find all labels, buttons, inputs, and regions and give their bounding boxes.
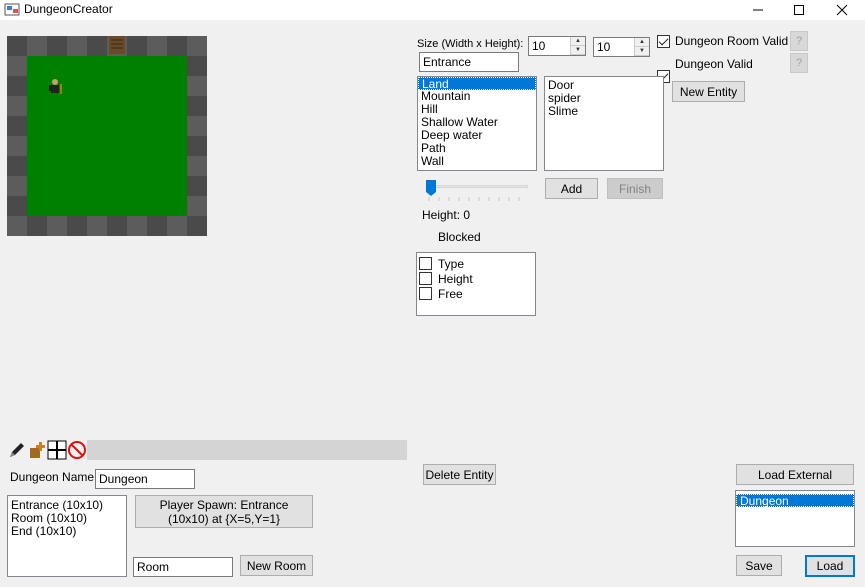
height-value: 10: [597, 40, 611, 54]
wall-tile: [7, 216, 27, 236]
rooms-list[interactable]: Entrance (10x10) Room (10x10) End (10x10…: [7, 495, 127, 577]
window-title: DungeonCreator: [24, 2, 113, 16]
wall-tile: [7, 116, 27, 136]
wall-tile: [67, 36, 87, 56]
new-entity-button[interactable]: New Entity: [672, 81, 745, 102]
filter-checkbox[interactable]: [419, 287, 432, 300]
wall-tile: [187, 136, 207, 156]
save-button[interactable]: Save: [736, 555, 782, 576]
spawn-cross-icon[interactable]: [47, 440, 67, 460]
wall-tile: [47, 36, 67, 56]
wall-tile: [47, 216, 67, 236]
new-room-button[interactable]: New Room: [240, 555, 313, 576]
terrain-list[interactable]: Land Mountain Hill Shallow Water Deep wa…: [417, 76, 537, 171]
entity-item[interactable]: Slime: [545, 105, 663, 118]
blocked-label: Blocked: [438, 230, 481, 244]
terrain-item[interactable]: Wall: [418, 155, 536, 168]
slider-ticks: [428, 197, 520, 201]
minimize-icon[interactable]: [738, 0, 778, 20]
filter-label: Type: [438, 256, 465, 271]
entity-list[interactable]: Door spider Slime: [544, 76, 664, 171]
add-entity-icon[interactable]: [27, 440, 47, 460]
wall-tile: [27, 216, 47, 236]
dungeons-list[interactable]: Dungeon: [735, 490, 855, 547]
dungeon-valid-help-button[interactable]: ?: [790, 53, 808, 73]
wall-tile: [7, 156, 27, 176]
land-area: [27, 56, 187, 216]
height-slider[interactable]: [420, 176, 530, 206]
wall-tile: [127, 36, 147, 56]
wall-tile: [187, 156, 207, 176]
load-external-button[interactable]: Load External: [736, 464, 854, 485]
filter-checkbox[interactable]: [419, 272, 432, 285]
filter-item[interactable]: Free: [417, 286, 535, 301]
map-svg: [7, 36, 207, 236]
wall-tile: [187, 116, 207, 136]
dungeon-name-field[interactable]: Dungeon: [95, 469, 195, 489]
wall-tile: [127, 216, 147, 236]
wall-tile: [87, 216, 107, 236]
wall-tile: [187, 216, 207, 236]
wall-tile: [187, 76, 207, 96]
new-room-field[interactable]: Room: [133, 557, 233, 577]
add-button[interactable]: Add: [545, 178, 598, 199]
finish-button[interactable]: Finish: [607, 178, 663, 199]
pencil-icon[interactable]: [7, 440, 27, 460]
erase-no-icon[interactable]: [67, 440, 87, 460]
wall-tile: [7, 176, 27, 196]
title-bar: [0, 0, 865, 20]
dungeon-room-valid-label: Dungeon Room Valid: [675, 34, 789, 48]
app-icon: [4, 3, 20, 16]
close-icon[interactable]: [822, 0, 862, 20]
wall-tile: [27, 36, 47, 56]
wall-tile: [87, 36, 107, 56]
filter-item[interactable]: Type: [417, 256, 535, 271]
delete-entity-button[interactable]: Delete Entity: [423, 464, 496, 485]
tool-buttons: [7, 440, 87, 460]
wall-tile: [187, 56, 207, 76]
dungeon-name-label: Dungeon Name: [10, 470, 95, 484]
wall-tile: [147, 36, 167, 56]
maximize-icon[interactable]: [779, 0, 819, 20]
height-field[interactable]: 10 ▲ ▼: [593, 37, 650, 57]
dungeon-item[interactable]: Dungeon: [736, 494, 854, 508]
wall-tile: [7, 36, 27, 56]
filter-checklist[interactable]: Type Height Free: [416, 252, 536, 316]
height-spinner[interactable]: ▲ ▼: [634, 38, 649, 56]
door-sprite: [109, 36, 125, 54]
width-spinner[interactable]: ▲ ▼: [570, 37, 585, 55]
wall-tile: [187, 36, 207, 56]
wall-tile: [167, 36, 187, 56]
filter-label: Free: [438, 286, 463, 301]
wall-tile: [107, 216, 127, 236]
wall-tile: [67, 216, 87, 236]
player-spawn-button[interactable]: Player Spawn: Entrance (10x10) at {X=5,Y…: [135, 495, 313, 528]
room-name-field[interactable]: Entrance: [419, 52, 519, 72]
load-button[interactable]: Load: [805, 555, 855, 577]
slider-thumb[interactable]: [425, 179, 437, 197]
wall-tile: [7, 76, 27, 96]
wall-tile: [147, 216, 167, 236]
dungeon-valid-label: Dungeon Valid: [675, 57, 753, 71]
filter-label: Height: [438, 271, 473, 286]
size-label: Size (Width x Height):: [417, 38, 524, 50]
filter-checkbox[interactable]: [419, 257, 432, 270]
wall-tile: [167, 216, 187, 236]
wall-tile: [187, 176, 207, 196]
room-valid-help-button[interactable]: ?: [790, 31, 808, 51]
wall-tile: [7, 136, 27, 156]
wall-tile: [7, 196, 27, 216]
wall-tile: [187, 96, 207, 116]
slider-track: [428, 185, 528, 188]
filter-item[interactable]: Height: [417, 271, 535, 286]
wall-tile: [187, 196, 207, 216]
room-item[interactable]: End (10x10): [8, 525, 126, 538]
dungeon-map-canvas[interactable]: [7, 36, 207, 236]
width-value: 10: [532, 39, 546, 53]
height-label: Height: 0: [422, 208, 471, 222]
dungeon-room-valid-checkbox[interactable]: [657, 35, 670, 48]
width-field[interactable]: 10 ▲ ▼: [528, 36, 586, 56]
wall-tile: [7, 56, 27, 76]
wall-tile: [7, 96, 27, 116]
